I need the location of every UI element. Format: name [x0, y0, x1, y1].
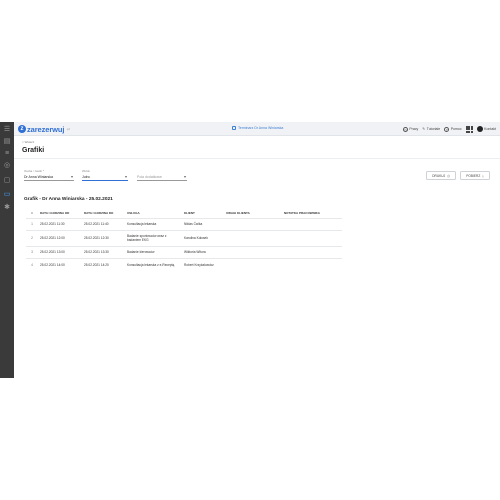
calendar-link-label: Terminarz Dr Anna Winiarska [238, 126, 284, 130]
view-value[interactable]: Jutro ▾ [82, 173, 128, 181]
row-to: 25.02.2021 11:40 [82, 217, 125, 230]
apps-grid-icon[interactable] [465, 125, 473, 133]
logo[interactable]: z zarezerwuj .pl [18, 124, 70, 134]
page-title: Grafiki [22, 147, 45, 154]
row-from: 25.02.2021 11:30 [38, 217, 82, 230]
col-to: DATA I GODZINA DO [84, 210, 114, 215]
sidebar: ☰ ▤ ≡ ◎ ▢ ▭ ✱ [0, 122, 14, 378]
row-client: Robert Krzyżakowicz [182, 257, 224, 272]
tutorials-button[interactable]: ✎ Tutoriale [422, 127, 440, 131]
calendar-link[interactable]: Terminarz Dr Anna Winiarska [232, 126, 283, 130]
row-index: 1 [26, 217, 38, 230]
row-service: Konsultacja lekarska [125, 217, 182, 230]
row-service: Badanie sportowców wraz z badaniem EKG [125, 229, 182, 246]
clock-icon: ◷ [402, 126, 408, 132]
row-service: Badanie kierowców [125, 245, 182, 258]
row-client-notes [224, 229, 282, 246]
avatar [476, 126, 483, 132]
logo-badge-icon: z [18, 125, 26, 133]
logo-text: zarezerwuj [27, 124, 65, 134]
row-staff-notes [282, 245, 342, 258]
logo-suffix: .pl [66, 127, 70, 131]
calendar-icon[interactable]: ▤ [3, 138, 11, 146]
menu-icon[interactable]: ☰ [3, 126, 11, 134]
row-staff-notes [282, 229, 342, 246]
row-staff-notes [282, 217, 342, 230]
col-from: DATA I GODZINA OD [40, 210, 70, 215]
calendar-icon [232, 126, 236, 130]
row-to: 25.02.2021 13:30 [82, 245, 125, 258]
table-row[interactable]: 1 25.02.2021 11:30 25.02.2021 11:40 Kons… [26, 217, 342, 230]
col-client: KLIENT [184, 210, 195, 215]
col-index: # [31, 210, 33, 215]
row-index: 2 [26, 229, 38, 246]
help-label: Pomoc [450, 127, 462, 131]
row-to: 25.02.2021 14:20 [82, 257, 125, 272]
specialist-value-text: Dr Anna Winiarska [24, 174, 53, 179]
row-client: Wiktoria Witura [182, 245, 224, 258]
account-label: Kontakt [484, 127, 496, 131]
help-icon: ? [444, 126, 450, 132]
table-row[interactable]: 4 25.02.2021 14:00 25.02.2021 14:20 Kons… [26, 257, 342, 272]
view-select[interactable]: Widok Jutro ▾ [82, 169, 128, 181]
specialist-value[interactable]: Dr Anna Winiarska ▾ [24, 173, 74, 181]
schedule-title: Grafik - Dr Anna Winiarska - 25.02.2021 [24, 197, 113, 202]
row-client-notes [224, 257, 282, 272]
row-staff-notes [282, 257, 342, 272]
print-label: DRUKUJ [432, 173, 446, 178]
help-button[interactable]: ? Pomoc [444, 126, 462, 132]
tutorials-icon: ✎ [422, 127, 426, 131]
chevron-down-icon: ▾ [183, 174, 186, 179]
print-button[interactable]: DRUKUJ ⎙ [426, 171, 456, 180]
specialist-select[interactable]: Osoba / zasób * Dr Anna Winiarska ▾ [24, 169, 74, 181]
row-client: Niklas Ćwika [182, 217, 224, 230]
folder-icon[interactable]: ▭ [3, 191, 11, 199]
topbar: z zarezerwuj .pl Terminarz Dr Anna Winia… [14, 122, 500, 136]
row-to: 25.02.2021 12:30 [82, 229, 125, 246]
work-label: Pracy [409, 127, 419, 131]
download-label: POBIERZ [466, 173, 481, 178]
row-index: 3 [26, 245, 38, 258]
table-row[interactable]: 2 25.02.2021 12:00 25.02.2021 12:30 Bada… [26, 229, 342, 246]
chevron-down-icon: ▾ [70, 174, 73, 179]
col-client-notes: UWAGI KLIENTA [226, 210, 250, 215]
download-button[interactable]: POBIERZ ⤓ [460, 171, 490, 180]
table-header-row: # DATA I GODZINA OD DATA I GODZINA DO US… [26, 208, 342, 218]
app-window: ☰ ▤ ≡ ◎ ▢ ▭ ✱ z zarezerwuj .pl Terminarz… [0, 122, 500, 378]
list-icon[interactable]: ≡ [3, 150, 11, 158]
row-client-notes [224, 217, 282, 230]
divider [14, 158, 500, 159]
work-button[interactable]: ◷ Pracy [402, 126, 419, 132]
row-index: 4 [26, 257, 38, 272]
download-icon: ⤓ [482, 173, 484, 178]
col-staff-notes: NOTATKA PRACOWNIKA [284, 210, 320, 215]
account-button[interactable]: Kontakt [476, 126, 496, 132]
row-service: Konsultacja lekarska z e-Receptą [125, 257, 182, 272]
table-row[interactable]: 3 25.02.2021 13:00 25.02.2021 13:30 Bada… [26, 245, 342, 258]
extra-fields-value-text: Pola dodatkowe [137, 174, 162, 179]
breadcrumb[interactable]: < Wstecz [22, 140, 34, 144]
extra-fields-value[interactable]: Pola dodatkowe ▾ [137, 173, 187, 181]
topbar-actions: ◷ Pracy ✎ Tutoriale ? Pomoc Kontakt [402, 122, 500, 136]
chevron-down-icon: ▾ [124, 174, 127, 179]
print-icon: ⎙ [447, 173, 450, 178]
row-from: 25.02.2021 14:00 [38, 257, 82, 272]
col-service: USŁUGA [127, 210, 140, 215]
tutorials-label: Tutoriale [426, 127, 441, 131]
row-from: 25.02.2021 12:00 [38, 229, 82, 246]
document-icon[interactable]: ▢ [3, 177, 11, 185]
row-client-notes [224, 245, 282, 258]
row-from: 25.02.2021 13:00 [38, 245, 82, 258]
extra-fields-select[interactable]: Pola dodatkowe ▾ [137, 169, 187, 181]
view-value-text: Jutro [82, 174, 90, 179]
users-icon[interactable]: ◎ [3, 162, 11, 170]
row-service-text: Badanie sportowców wraz z badaniem EKG [127, 234, 167, 242]
schedule-table: # DATA I GODZINA OD DATA I GODZINA DO US… [26, 208, 342, 272]
row-client: Karolina Kołusek [182, 229, 224, 246]
settings-icon[interactable]: ✱ [3, 204, 11, 212]
row-service-text: Konsultacja lekarska z e-Receptą [127, 263, 175, 268]
